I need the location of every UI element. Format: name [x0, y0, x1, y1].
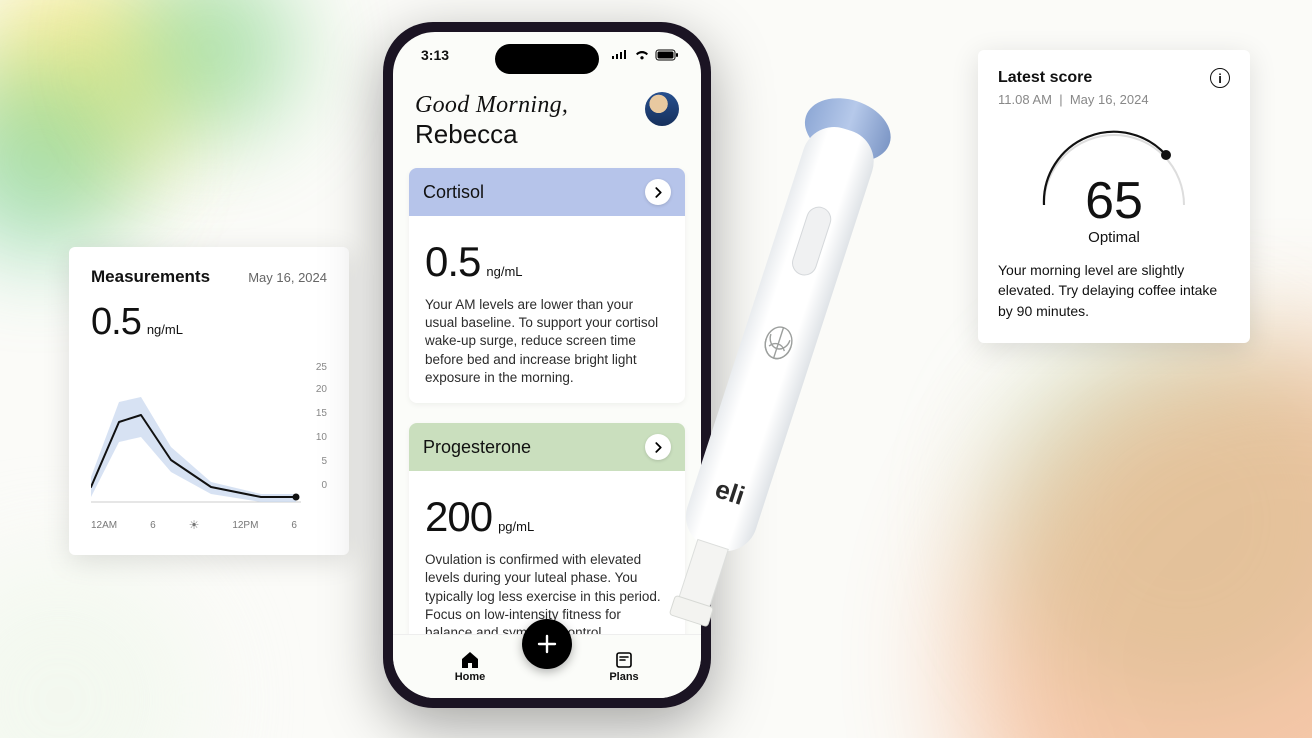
avatar[interactable] — [645, 92, 679, 126]
tab-label: Home — [455, 671, 486, 683]
score-title: Latest score — [998, 69, 1092, 87]
greeting-text: Good Morning, — [415, 92, 568, 119]
chart-xtick: 12PM — [232, 520, 258, 531]
status-time: 3:13 — [421, 47, 449, 63]
chart-ytick: 10 — [316, 432, 327, 443]
tile-title: Cortisol — [423, 182, 484, 203]
chart-xtick: 6 — [291, 520, 297, 531]
chart-ytick: 15 — [316, 408, 327, 419]
score-sep: | — [1059, 92, 1062, 107]
home-icon — [460, 651, 480, 669]
tile-title: Progesterone — [423, 437, 531, 458]
score-date: May 16, 2024 — [1070, 92, 1149, 107]
chart-ytick: 20 — [316, 384, 327, 395]
progesterone-unit: pg/mL — [498, 519, 534, 534]
cortisol-value: 0.5 — [425, 238, 480, 286]
plus-icon — [537, 634, 557, 654]
chevron-right-icon[interactable] — [645, 179, 671, 205]
score-card: Latest score i 11.08 AM | May 16, 2024 6… — [978, 50, 1250, 343]
phone-frame: 3:13 Good Morning, Rebecca Cortisol — [383, 22, 711, 708]
measurements-value: 0.5 — [91, 301, 141, 344]
user-name: Rebecca — [415, 119, 568, 150]
measurements-card: Measurements May 16, 2024 0.5 ng/mL 25 2… — [69, 247, 349, 555]
progesterone-value: 200 — [425, 493, 492, 541]
measurements-date: May 16, 2024 — [248, 270, 327, 285]
cortisol-tile[interactable]: Cortisol 0.5 ng/mL Your AM levels are lo… — [409, 168, 685, 403]
chart-xtick: 12AM — [91, 520, 117, 531]
tab-plans[interactable]: Plans — [594, 651, 654, 683]
signal-icon — [611, 49, 629, 61]
add-button[interactable] — [522, 619, 572, 669]
score-value: 65 — [1085, 175, 1143, 227]
chart-ytick: 5 — [321, 456, 327, 467]
plans-icon — [615, 651, 633, 669]
device-brand: eli — [712, 473, 749, 510]
phone-notch — [495, 44, 599, 74]
chart-xtick: 6 — [150, 520, 156, 531]
bg-blob — [962, 340, 1312, 738]
bg-blob — [0, 560, 200, 738]
tab-label: Plans — [609, 671, 638, 683]
chart-ytick: 0 — [321, 480, 327, 491]
chart-ytick: 25 — [316, 362, 327, 373]
score-label: Optimal — [1088, 229, 1140, 246]
measurements-title: Measurements — [91, 267, 210, 287]
cortisol-unit: ng/mL — [486, 264, 522, 279]
score-desc: Your morning level are slightly elevated… — [998, 260, 1230, 321]
cortisol-desc: Your AM levels are lower than your usual… — [425, 296, 669, 387]
wifi-icon — [634, 49, 650, 61]
sun-icon: ☀ — [189, 518, 200, 532]
battery-icon — [655, 49, 679, 61]
info-icon[interactable]: i — [1210, 68, 1230, 88]
chevron-right-icon[interactable] — [645, 434, 671, 460]
tab-bar: Home Plans — [393, 634, 701, 698]
score-time: 11.08 AM — [998, 92, 1052, 107]
measurements-unit: ng/mL — [147, 322, 183, 337]
tab-home[interactable]: Home — [440, 651, 500, 683]
measurements-chart: 25 20 15 10 5 0 12AM 6 ☀ 12PM 6 — [91, 362, 327, 532]
progesterone-tile[interactable]: Progesterone 200 pg/mL Ovulation is conf… — [409, 423, 685, 634]
score-gauge: 65 Optimal — [998, 125, 1230, 246]
phone-screen: 3:13 Good Morning, Rebecca Cortisol — [393, 32, 701, 698]
